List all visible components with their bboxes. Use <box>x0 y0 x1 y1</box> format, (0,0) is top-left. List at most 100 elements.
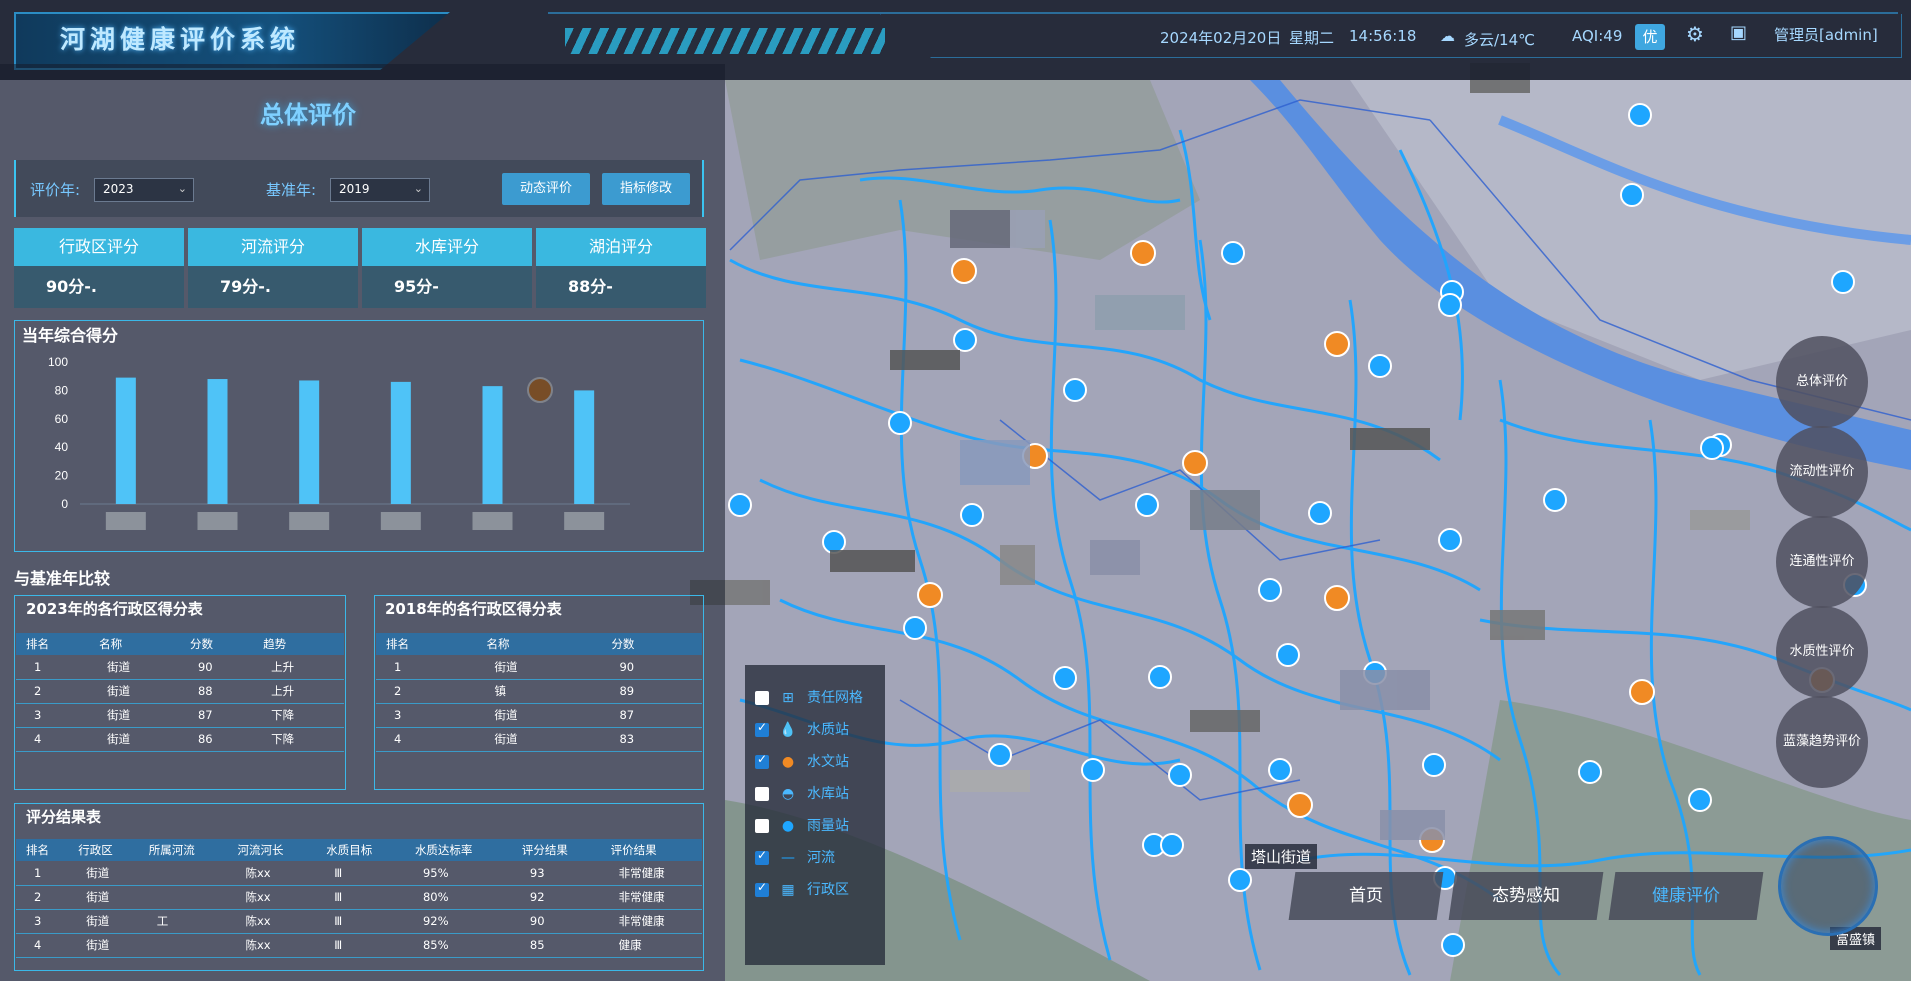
legend-item[interactable]: ⊞ 责任网格 <box>755 687 863 709</box>
score-label: 湖泊评分 <box>536 228 706 266</box>
legend-checkbox[interactable] <box>755 720 769 737</box>
table-row[interactable]: 3 街道 87 <box>376 703 702 728</box>
table-a-title: 2023年的各行政区得分表 <box>26 600 203 618</box>
table-header-cell: 水质目标 <box>316 839 405 861</box>
result-title: 评分结果表 <box>26 808 102 826</box>
legend-item[interactable]: ▦ 行政区 <box>755 879 849 901</box>
table-cell: Ⅲ <box>316 885 405 910</box>
legend-label: 河流 <box>807 850 835 866</box>
table-cell: 陈xx <box>227 885 317 910</box>
legend-item[interactable]: ● 雨量站 <box>755 815 849 837</box>
right-menu-item[interactable]: 水质性评价 <box>1776 606 1868 698</box>
dynamic-eval-button[interactable]: 动态评价 <box>502 173 590 205</box>
x-tick-label <box>289 512 330 530</box>
header-divider <box>548 12 1898 14</box>
score-card-district[interactable]: 行政区评分 90分-. <box>14 228 184 308</box>
table-row[interactable]: 4 街道 86 下降 <box>16 727 344 752</box>
table-row[interactable]: 3 街道 87 下降 <box>16 703 344 728</box>
table-cell: 健康 <box>600 933 702 958</box>
chart-bar <box>299 380 320 504</box>
table-cell: 93 <box>511 861 601 886</box>
right-menu-item[interactable]: 连通性评价 <box>1776 516 1868 608</box>
nav-situation[interactable]: 态势感知 <box>1448 872 1604 920</box>
legend-checkbox[interactable] <box>755 819 769 833</box>
district-icon: ▦ <box>781 882 795 898</box>
x-tick-label <box>197 512 238 530</box>
header-aqi: AQI:49 <box>1572 27 1623 45</box>
table-cell: 1 <box>376 655 477 680</box>
x-tick-label <box>380 512 421 530</box>
table-cell: 陈xx <box>227 933 317 958</box>
table-cell: 街道 <box>476 655 602 680</box>
nav-health[interactable]: 健康评价 <box>1608 872 1764 920</box>
legend-item[interactable]: ◓ 水库站 <box>755 783 849 805</box>
table-cell: 街道 <box>89 655 180 680</box>
table-cell: 88 <box>179 679 254 704</box>
table-row[interactable]: 2 镇 89 <box>376 679 702 704</box>
score-value: 79分-. <box>188 266 358 308</box>
legend-label: 雨量站 <box>807 818 849 834</box>
table-row[interactable]: 1 街道 陈xx Ⅲ 95% 93 非常健康 <box>16 861 702 886</box>
chart-bar <box>115 377 136 504</box>
user-menu[interactable]: 管理员[admin] <box>1774 24 1878 45</box>
legend-item[interactable]: 💧 水质站 <box>755 719 849 741</box>
table-cell: 街道 <box>68 909 139 934</box>
reservoir-icon: ◓ <box>781 786 795 802</box>
table-row[interactable]: 3 街道工陈xx Ⅲ 92% 90 非常健康 <box>16 909 702 934</box>
nav-home-label: 首页 <box>1349 886 1383 906</box>
x-tick-label <box>564 512 605 530</box>
legend-checkbox[interactable] <box>755 752 769 769</box>
table-row[interactable]: 4 街道 陈xx Ⅲ 85% 85 健康 <box>16 933 702 958</box>
eval-year-select[interactable]: 2023 ⌄ <box>94 178 194 202</box>
score-card-lake[interactable]: 湖泊评分 88分- <box>536 228 706 308</box>
chevron-down-icon: ⌄ <box>413 182 423 195</box>
legend-checkbox[interactable] <box>755 880 769 897</box>
base-year-select[interactable]: 2019 ⌄ <box>330 178 430 202</box>
globe-icon[interactable] <box>1778 836 1878 936</box>
table-row[interactable]: 2 街道 陈xx Ⅲ 80% 92 非常健康 <box>16 885 702 910</box>
rain-dot-icon: ● <box>781 818 795 834</box>
gear-icon[interactable]: ⚙ <box>1686 22 1704 46</box>
table-row[interactable]: 4 街道 83 <box>376 727 702 752</box>
table-row[interactable]: 2 街道 88 上升 <box>16 679 344 704</box>
hydrology-pin-icon: ● <box>781 754 795 770</box>
header-time: 14:56:18 <box>1349 27 1417 45</box>
table-cell: 非常健康 <box>600 885 702 910</box>
screen-icon[interactable]: ▣ <box>1730 22 1747 43</box>
right-menu-item[interactable]: 流动性评价 <box>1776 426 1868 518</box>
table-row[interactable]: 1 街道 90 上升 <box>16 655 344 680</box>
score-card-river[interactable]: 河流评分 79分-. <box>188 228 358 308</box>
table-cell <box>138 861 228 886</box>
table-cell: Ⅲ <box>316 861 405 886</box>
table-cell: 87 <box>179 703 254 728</box>
legend-label: 水库站 <box>807 786 849 802</box>
eval-year-value: 2023 <box>103 182 134 196</box>
map-label-tashan: 塔山街道 <box>1245 844 1318 869</box>
index-modify-button[interactable]: 指标修改 <box>602 173 690 205</box>
table-cell: 1 <box>16 861 69 886</box>
score-value: 88分- <box>536 266 706 308</box>
legend-item[interactable]: — 河流 <box>755 847 835 869</box>
table-cell: 街道 <box>68 885 139 910</box>
table-cell: 2 <box>16 679 90 704</box>
right-menu-item[interactable]: 总体评价 <box>1776 336 1868 428</box>
legend-label: 水质站 <box>807 722 849 738</box>
table-cell: 4 <box>376 727 477 752</box>
table-cell: 89 <box>601 679 702 704</box>
score-card-reservoir[interactable]: 水库评分 95分- <box>362 228 532 308</box>
river-line-icon: — <box>781 850 795 866</box>
chevron-down-icon: ⌄ <box>177 182 187 195</box>
legend-checkbox[interactable] <box>755 848 769 865</box>
legend-item[interactable]: ● 水文站 <box>755 751 849 773</box>
table-cell: 街道 <box>68 861 139 886</box>
nav-home[interactable]: 首页 <box>1288 872 1444 920</box>
legend-checkbox[interactable] <box>755 787 769 801</box>
nav-situation-label: 态势感知 <box>1492 886 1560 906</box>
table-row[interactable]: 1 街道 90 <box>376 655 702 680</box>
table-cell: 1 <box>16 655 90 680</box>
table-cell: 陈xx <box>227 861 317 886</box>
legend-checkbox[interactable] <box>755 691 769 705</box>
water-drop-icon: 💧 <box>779 722 797 738</box>
right-menu-item[interactable]: 蓝藻趋势评价 <box>1776 696 1868 788</box>
eval-year-label: 评价年: <box>30 181 81 199</box>
